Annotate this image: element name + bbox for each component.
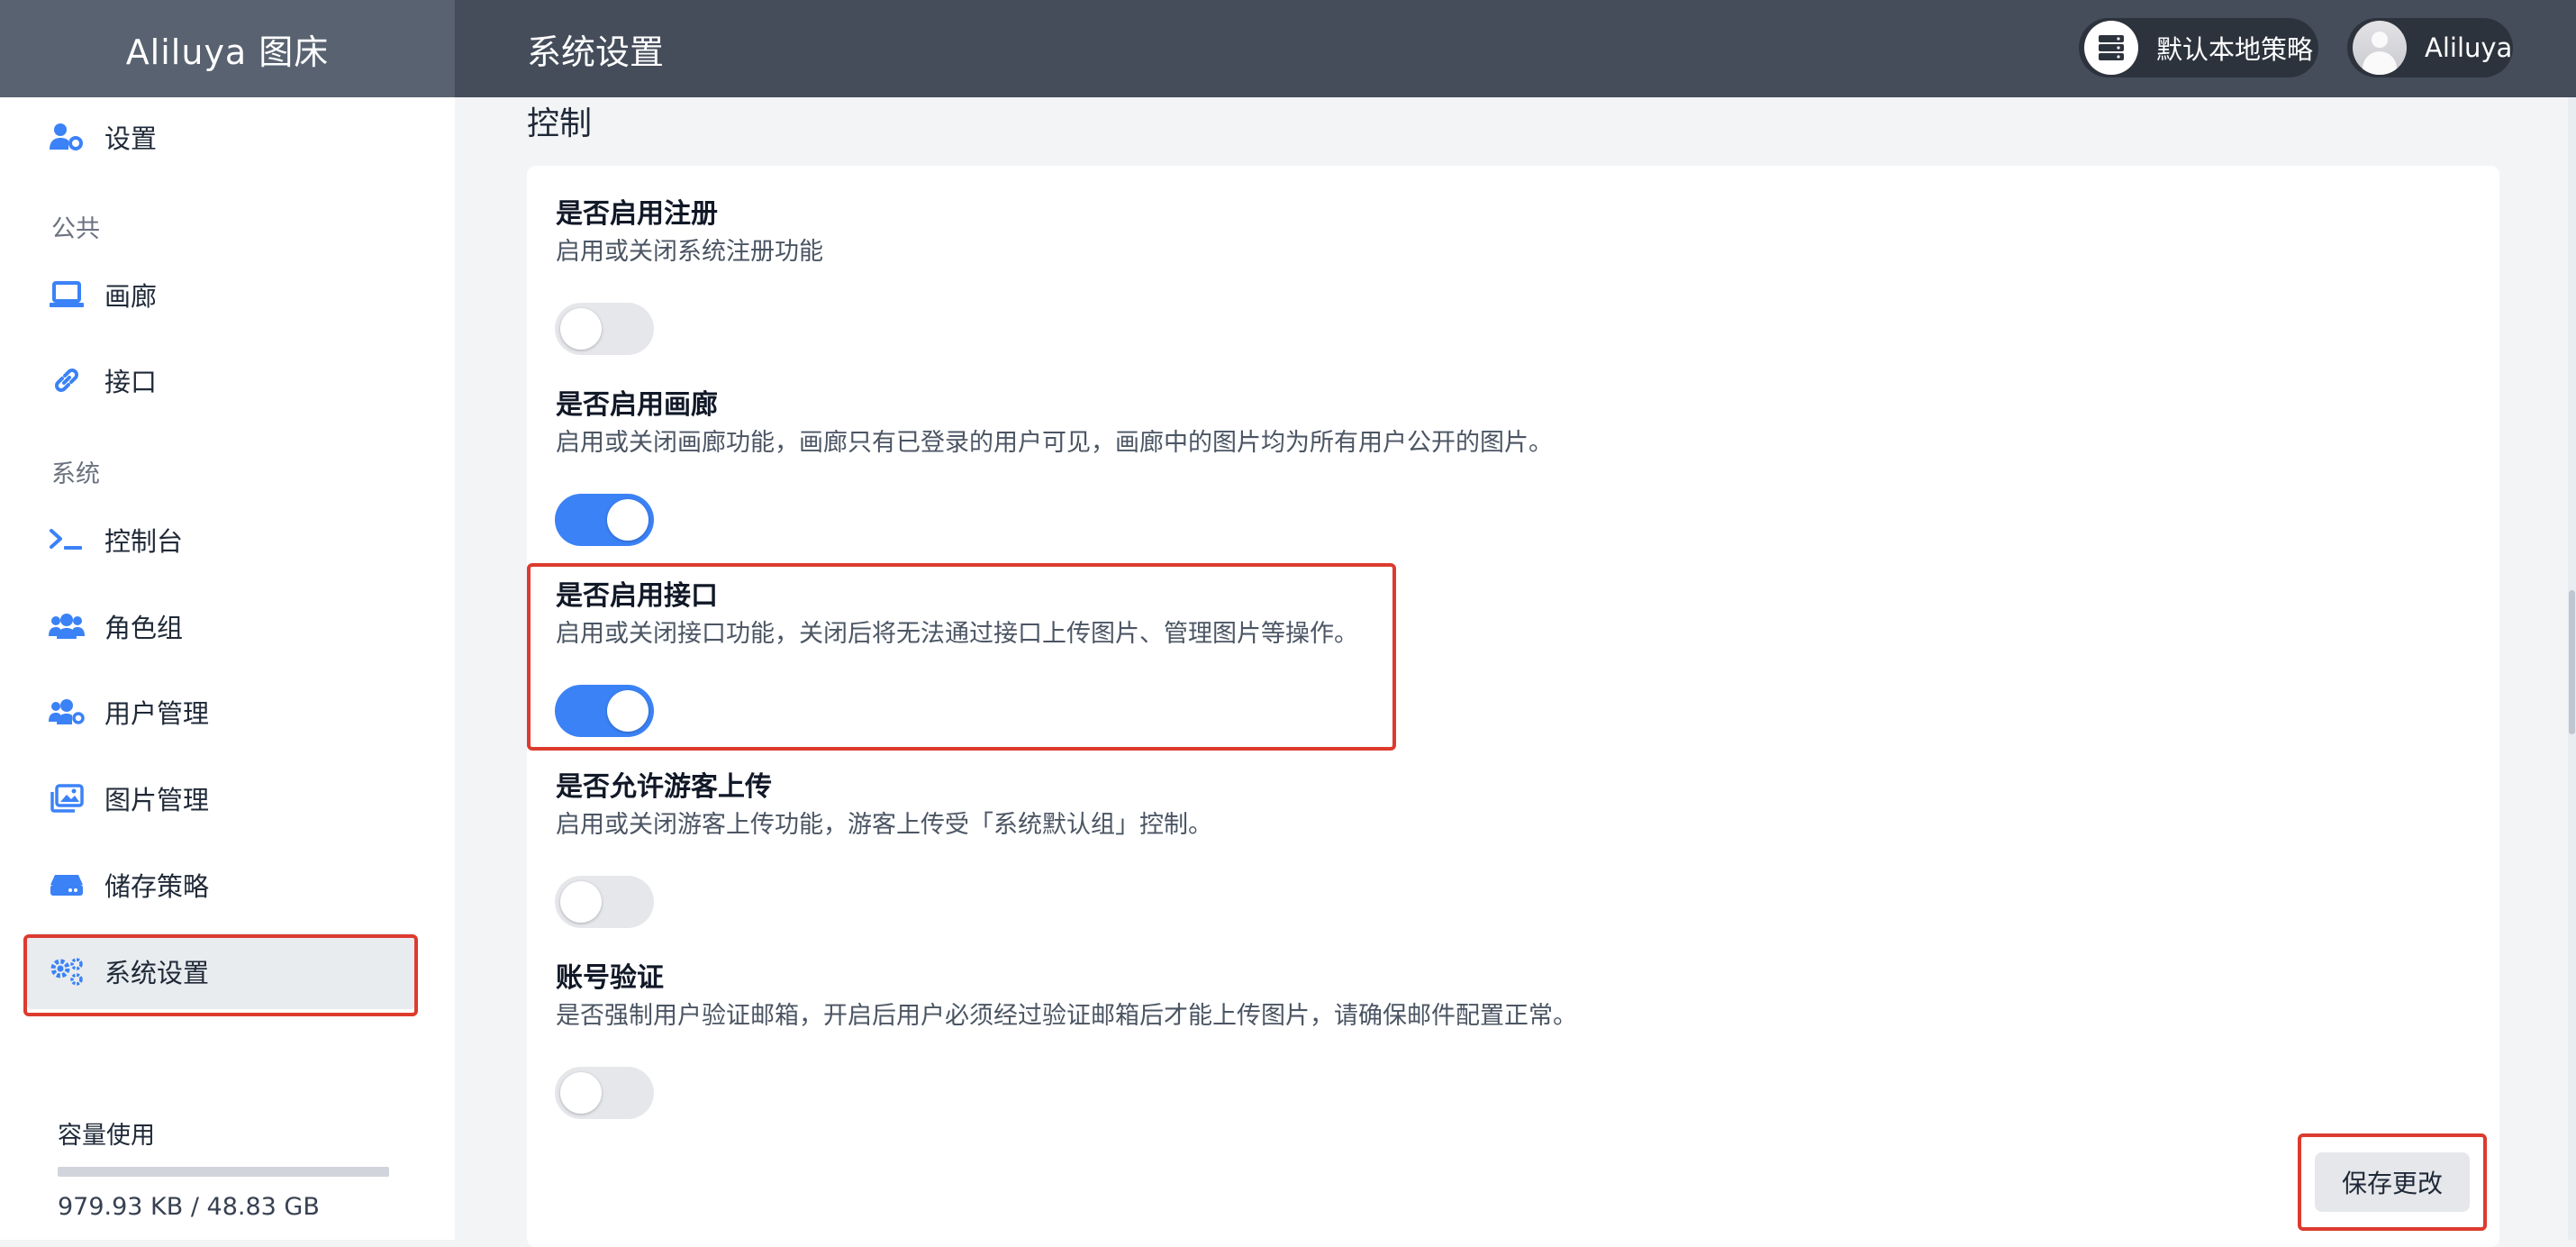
setting-title: 是否启用接口 bbox=[556, 580, 718, 612]
user-name: Aliluya bbox=[2425, 32, 2513, 63]
user-gear-icon bbox=[49, 119, 85, 155]
setting-account-verify: 账号验证 是否强制用户验证邮箱，开启后用户必须经过验证邮箱后才能上传图片，请确保… bbox=[556, 959, 1577, 1034]
sidebar-item-label: 设置 bbox=[104, 123, 158, 154]
setting-description: 是否强制用户验证邮箱，开启后用户必须经过验证邮箱后才能上传图片，请确保邮件配置正… bbox=[556, 1002, 1577, 1030]
toggle-account-verify[interactable] bbox=[555, 1067, 654, 1119]
nav-group-system: 系统 bbox=[51, 460, 100, 488]
sidebar-item-user-management[interactable]: 用户管理 bbox=[25, 674, 417, 750]
setting-description: 启用或关闭游客上传功能，游客上传受「系统默认组」控制。 bbox=[556, 811, 1212, 839]
nav-group-public: 公共 bbox=[51, 215, 100, 243]
storage-usage-title: 容量使用 bbox=[58, 1122, 155, 1150]
page-title: 系统设置 bbox=[527, 32, 665, 72]
sidebar-item-label: 图片管理 bbox=[104, 785, 210, 815]
strategy-label: 默认本地策略 bbox=[2156, 34, 2314, 65]
users-gear-icon bbox=[49, 694, 85, 730]
sidebar-item-image-management[interactable]: 图片管理 bbox=[25, 760, 417, 836]
terminal-icon bbox=[49, 522, 85, 558]
sidebar-item-label: 系统设置 bbox=[104, 958, 210, 988]
setting-title: 是否启用画廊 bbox=[556, 389, 718, 421]
gears-icon bbox=[49, 953, 85, 989]
section-title: 控制 bbox=[527, 105, 593, 142]
setting-title: 是否允许游客上传 bbox=[556, 771, 772, 803]
hard-drive-icon bbox=[49, 867, 85, 903]
setting-description: 启用或关闭接口功能，关闭后将无法通过接口上传图片、管理图片等操作。 bbox=[556, 620, 1358, 648]
setting-title: 是否启用注册 bbox=[556, 198, 718, 230]
settings-card bbox=[527, 166, 2499, 1247]
sidebar-item-storage-strategy[interactable]: 储存策略 bbox=[25, 847, 417, 923]
sidebar-item-label: 控制台 bbox=[104, 526, 184, 557]
storage-usage-bar bbox=[58, 1167, 389, 1177]
sidebar-item-console[interactable]: 控制台 bbox=[25, 502, 417, 578]
sidebar-item-label: 接口 bbox=[104, 367, 158, 397]
setting-guest-upload: 是否允许游客上传 启用或关闭游客上传功能，游客上传受「系统默认组」控制。 bbox=[556, 768, 1212, 843]
laptop-icon bbox=[49, 277, 85, 313]
sidebar-item-settings[interactable]: 设置 bbox=[25, 99, 417, 175]
sidebar-item-label: 画廊 bbox=[104, 281, 158, 312]
setting-api: 是否启用接口 启用或关闭接口功能，关闭后将无法通过接口上传图片、管理图片等操作。 bbox=[556, 577, 1358, 652]
sidebar-item-label: 储存策略 bbox=[104, 871, 210, 902]
toggle-api[interactable] bbox=[555, 685, 654, 737]
sidebar-item-label: 用户管理 bbox=[104, 698, 210, 729]
brand-title[interactable]: Aliluya 图床 bbox=[0, 0, 455, 97]
save-button[interactable]: 保存更改 bbox=[2315, 1152, 2470, 1212]
setting-gallery: 是否启用画廊 启用或关闭画廊功能，画廊只有已登录的用户可见，画廊中的图片均为所有… bbox=[556, 386, 1553, 461]
sidebar-item-api[interactable]: 接口 bbox=[25, 342, 417, 418]
images-icon bbox=[49, 780, 85, 816]
server-icon bbox=[2084, 21, 2138, 75]
sidebar-item-gallery[interactable]: 画廊 bbox=[25, 257, 417, 332]
user-menu-button[interactable]: Aliluya bbox=[2347, 18, 2513, 77]
users-icon bbox=[49, 608, 85, 644]
sidebar-item-system-settings[interactable]: 系统设置 bbox=[25, 933, 417, 1009]
setting-description: 启用或关闭系统注册功能 bbox=[556, 238, 823, 266]
storage-usage-text: 979.93 KB / 48.83 GB bbox=[58, 1193, 320, 1221]
setting-description: 启用或关闭画廊功能，画廊只有已登录的用户可见，画廊中的图片均为所有用户公开的图片… bbox=[556, 429, 1553, 457]
toggle-guest-upload[interactable] bbox=[555, 876, 654, 928]
storage-strategy-button[interactable]: 默认本地策略 bbox=[2079, 18, 2318, 77]
top-header: Aliluya 图床 系统设置 默认本地策略 Aliluya bbox=[0, 0, 2576, 97]
scrollbar-thumb[interactable] bbox=[2569, 590, 2575, 734]
avatar bbox=[2353, 21, 2407, 75]
toggle-gallery[interactable] bbox=[555, 494, 654, 546]
setting-register: 是否启用注册 启用或关闭系统注册功能 bbox=[556, 195, 823, 270]
sidebar-item-label: 角色组 bbox=[104, 613, 184, 643]
sidebar-item-roles[interactable]: 角色组 bbox=[25, 588, 417, 664]
setting-title: 账号验证 bbox=[556, 962, 664, 994]
link-icon bbox=[49, 362, 85, 398]
toggle-register[interactable] bbox=[555, 303, 654, 355]
